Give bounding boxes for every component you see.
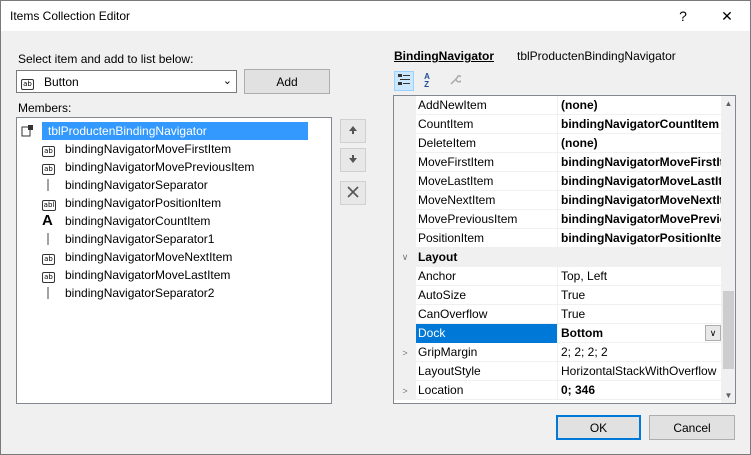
- property-row[interactable]: DeleteItem (none): [394, 134, 721, 153]
- textbox-icon: abl: [42, 200, 56, 211]
- collapse-icon[interactable]: ∨: [394, 248, 416, 267]
- property-row[interactable]: CountItem bindingNavigatorCountItem: [394, 115, 721, 134]
- property-row[interactable]: CanOverflow True: [394, 305, 721, 324]
- property-row[interactable]: > GripMargin 2; 2; 2; 2: [394, 343, 721, 362]
- move-up-button[interactable]: [340, 119, 366, 143]
- property-row[interactable]: AutoSize True: [394, 286, 721, 305]
- add-button[interactable]: Add: [244, 69, 330, 94]
- property-row-selected[interactable]: Dock Bottom ∨: [394, 324, 721, 343]
- property-pages-button[interactable]: [445, 71, 465, 91]
- property-grid: AddNewItem (none) CountItem bindingNavigat…: [393, 95, 736, 404]
- list-item-label: bindingNavigatorSeparator2: [65, 286, 215, 300]
- arrow-down-icon: [348, 153, 358, 167]
- item-type-combo[interactable]: ab Button ⌄: [16, 70, 237, 93]
- sort-az-icon: AZ: [424, 72, 430, 89]
- scroll-thumb[interactable]: [723, 291, 734, 369]
- list-item-label: tblProductenBindingNavigator: [42, 122, 308, 140]
- property-row[interactable]: MoveLastItembindingNavigatorMoveLastItem: [394, 172, 721, 191]
- scrollbar[interactable]: ▲ ▼: [721, 96, 735, 403]
- button-icon: ab: [42, 142, 56, 157]
- list-item-label: bindingNavigatorMoveLastItem: [65, 268, 231, 282]
- property-grid-header: BindingNavigator tblProductenBindingNavi…: [394, 49, 676, 63]
- property-row[interactable]: > Location 0; 346: [394, 381, 721, 400]
- property-row[interactable]: LayoutStyle HorizontalStackWithOverflow: [394, 362, 721, 381]
- list-item-label: bindingNavigatorMoveNextItem: [65, 250, 233, 264]
- list-item-label: bindingNavigatorSeparator1: [65, 232, 215, 246]
- list-item-label: bindingNavigatorPositionItem: [65, 196, 222, 210]
- scroll-down-icon[interactable]: ▼: [721, 388, 735, 403]
- category-row-layout[interactable]: ∨ Layout: [394, 248, 721, 267]
- combo-value: Button: [44, 75, 79, 89]
- select-item-label: Select item and add to list below:: [18, 52, 194, 66]
- separator-icon: [42, 232, 56, 246]
- cancel-button[interactable]: Cancel: [649, 415, 735, 440]
- property-grid-toolbar: AZ: [393, 69, 736, 93]
- button-icon: ab: [21, 75, 34, 90]
- members-label: Members:: [18, 101, 72, 115]
- help-button[interactable]: ?: [660, 1, 706, 31]
- close-button[interactable]: ✕: [704, 1, 750, 31]
- separator-icon: [42, 178, 56, 192]
- button-icon: ab: [42, 250, 56, 265]
- property-row[interactable]: AddNewItem (none): [394, 96, 721, 115]
- items-collection-editor-window: Items Collection Editor ? ✕ Select item …: [0, 0, 751, 455]
- wrench-icon: [449, 74, 463, 89]
- property-row[interactable]: Anchor Top, Left: [394, 267, 721, 286]
- property-row[interactable]: MoveFirstItembindingNavigatorMoveFirstIt…: [394, 153, 721, 172]
- members-list[interactable]: tblProductenBindingNavigator ab bindingN…: [16, 117, 332, 404]
- object-name: tblProductenBindingNavigator: [517, 49, 676, 63]
- expand-icon[interactable]: >: [394, 343, 416, 362]
- separator-icon: [42, 286, 56, 300]
- list-item-label: bindingNavigatorCountItem: [65, 214, 211, 228]
- alphabetical-button[interactable]: AZ: [417, 71, 437, 91]
- list-item-label: bindingNavigatorSeparator: [65, 178, 208, 192]
- categorized-icon: [397, 73, 411, 90]
- chevron-down-icon: ∨: [709, 327, 717, 338]
- navigator-icon: [21, 124, 35, 138]
- title-bar: Items Collection Editor ? ✕: [1, 1, 750, 31]
- ok-button[interactable]: OK: [556, 415, 641, 440]
- chevron-down-icon: ⌄: [222, 75, 232, 87]
- dropdown-button[interactable]: ∨: [705, 325, 721, 341]
- property-row[interactable]: MovePreviousItem bindingNavigatorMovePrev…: [394, 210, 721, 229]
- object-type: BindingNavigator: [394, 49, 495, 63]
- remove-button[interactable]: [340, 181, 366, 205]
- label-icon: A: [42, 212, 53, 229]
- list-item-label: bindingNavigatorMovePreviousItem: [65, 160, 255, 174]
- close-icon: ✕: [721, 7, 733, 24]
- property-row[interactable]: MoveNextItembindingNavigatorMoveNextItem: [394, 191, 721, 210]
- expand-icon[interactable]: >: [394, 381, 416, 400]
- property-row[interactable]: PositionItem bindingNavigatorPositionItem: [394, 229, 721, 248]
- move-down-button[interactable]: [340, 148, 366, 172]
- arrow-up-icon: [348, 124, 358, 138]
- scroll-up-icon[interactable]: ▲: [721, 96, 735, 111]
- delete-icon: [346, 185, 360, 202]
- categorized-button[interactable]: [394, 71, 414, 91]
- button-icon: ab: [42, 268, 56, 283]
- button-icon: ab: [42, 160, 56, 175]
- window-title: Items Collection Editor: [10, 9, 131, 23]
- list-item-label: bindingNavigatorMoveFirstItem: [65, 142, 232, 156]
